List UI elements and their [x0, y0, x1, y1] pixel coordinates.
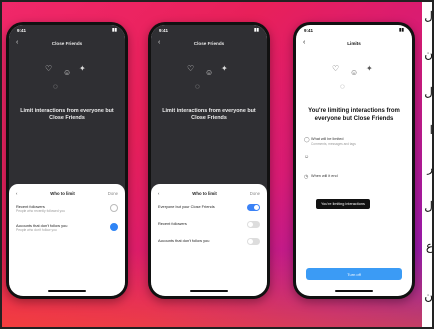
- side-glyph: ل: [424, 85, 433, 99]
- side-text-strip: ل ن ل ا ر ل ع ن: [422, 0, 434, 329]
- toggle-label: Accounts that don't follow you: [158, 238, 210, 243]
- radio-button[interactable]: [110, 204, 118, 212]
- option-non-followers[interactable]: Accounts that don't follow you People who…: [9, 218, 125, 237]
- star-icon: ✦: [79, 64, 86, 73]
- status-bar: 9:41 ▮▮: [9, 25, 125, 35]
- people-icon: ☺: [205, 68, 214, 77]
- sheet-title: Who to limit: [50, 191, 75, 196]
- home-indicator: [335, 290, 373, 292]
- side-glyph: ر: [427, 161, 433, 175]
- toggle-row-recent-followers[interactable]: Recent followers: [151, 216, 267, 233]
- heart-icon: ♡: [187, 64, 195, 73]
- screen-3: 9:41 ▮▮ ‹ Limits ♡ ☺ ✦ ◌ You're limiting …: [296, 25, 412, 296]
- headline: You're limiting interactions from everyo…: [308, 108, 400, 122]
- nav-title: Limits: [347, 41, 361, 46]
- battery-icon: ▮▮: [112, 27, 117, 32]
- chat-icon: ◌: [195, 82, 200, 91]
- done-button[interactable]: Done: [108, 191, 118, 196]
- people-icon: ☺: [63, 68, 72, 77]
- clock-icon: ◷: [304, 174, 309, 181]
- nav-title: Close Friends: [51, 41, 83, 46]
- phone-mockup-1: 9:41 ▮▮ ‹ Close Friends ♡ ☺ ✦ ◌ Limit int…: [6, 22, 128, 299]
- headline: Limit interactions from everyone but Clo…: [162, 108, 256, 121]
- nav-title: Close Friends: [193, 41, 225, 46]
- home-indicator: [48, 290, 86, 292]
- side-glyph: ل: [424, 9, 433, 23]
- back-icon[interactable]: ‹: [158, 191, 159, 196]
- toggle-row-close-friends[interactable]: Everyone but your Close Friends: [151, 199, 267, 216]
- status-bar: 9:41 ▮▮: [296, 25, 412, 35]
- toggle-switch-on[interactable]: [247, 204, 260, 211]
- screen-2: 9:41 ▮▮ ‹ Close Friends ♡ ☺ ✦ ◌ Limit int…: [151, 25, 267, 296]
- side-glyph: ن: [424, 289, 433, 303]
- status-time: 9:41: [159, 27, 169, 33]
- side-glyph: ن: [424, 47, 433, 61]
- home-indicator: [190, 290, 228, 292]
- side-glyph: ل: [424, 199, 433, 213]
- done-button[interactable]: Done: [250, 191, 260, 196]
- battery-icon: ▮▮: [399, 27, 404, 32]
- status-time: 9:41: [304, 27, 314, 33]
- turn-off-button[interactable]: Turn off: [306, 268, 402, 280]
- battery-icon: ▮▮: [254, 27, 259, 32]
- illustration: ♡ ☺ ✦ ◌: [183, 62, 235, 100]
- illustration: ♡ ☺ ✦ ◌: [328, 62, 380, 100]
- status-bar: 9:41 ▮▮: [151, 25, 267, 35]
- heart-icon: ♡: [332, 64, 340, 73]
- star-icon: ✦: [366, 64, 373, 73]
- item-label: What will be limited: [311, 137, 344, 141]
- heart-icon: ♡: [45, 64, 53, 73]
- side-glyph: ع: [425, 239, 433, 253]
- people-icon: ☺: [350, 68, 359, 77]
- person-icon: ☺: [304, 154, 310, 161]
- promo-background: 9:41 ▮▮ ‹ Close Friends ♡ ☺ ✦ ◌ Limit int…: [0, 0, 434, 329]
- toggle-label: Everyone but your Close Friends: [158, 204, 215, 209]
- tooltip: You're limiting interactions: [316, 199, 370, 209]
- back-icon[interactable]: ‹: [303, 39, 305, 46]
- comment-icon: ◯: [304, 137, 310, 143]
- radio-button-selected[interactable]: [110, 223, 118, 232]
- toggle-row-non-followers[interactable]: Accounts that don't follow you: [151, 233, 267, 250]
- illustration: ♡ ☺ ✦ ◌: [41, 62, 93, 100]
- chat-icon: ◌: [340, 82, 345, 91]
- list-item[interactable]: ☺: [296, 150, 412, 164]
- option-detail: People who recently followed you: [16, 209, 65, 214]
- option-recent-followers[interactable]: Recent followers People who recently foll…: [9, 199, 125, 218]
- back-icon[interactable]: ‹: [16, 191, 17, 196]
- item-detail: Comments, messages and tags: [311, 141, 356, 146]
- phone-mockup-2: 9:41 ▮▮ ‹ Close Friends ♡ ☺ ✦ ◌ Limit int…: [148, 22, 270, 299]
- status-time: 9:41: [17, 27, 27, 33]
- option-detail: People who don't follow you: [16, 228, 57, 233]
- limits-list: ◯ What will be limited Comments, messages…: [296, 133, 412, 184]
- side-glyph: ا: [429, 123, 433, 137]
- bottom-sheet: ‹ Who to limit Done Everyone but your Cl…: [151, 184, 267, 296]
- screen-1: 9:41 ▮▮ ‹ Close Friends ♡ ☺ ✦ ◌ Limit int…: [9, 25, 125, 296]
- star-icon: ✦: [221, 64, 228, 73]
- item-label: When will it end: [311, 174, 338, 179]
- list-item[interactable]: ◷ When will it end: [296, 170, 412, 184]
- phone-mockup-3: 9:41 ▮▮ ‹ Limits ♡ ☺ ✦ ◌ You're limiting …: [293, 22, 415, 299]
- toggle-label: Recent followers: [158, 221, 187, 226]
- back-icon[interactable]: ‹: [158, 39, 160, 46]
- headline: Limit interactions from everyone but Clo…: [20, 108, 114, 121]
- toggle-switch[interactable]: [247, 238, 260, 245]
- sheet-title: Who to limit: [192, 191, 217, 196]
- toggle-switch[interactable]: [247, 221, 260, 228]
- chat-icon: ◌: [53, 82, 58, 91]
- bottom-sheet: ‹ Who to limit Done Recent followers Peop…: [9, 184, 125, 296]
- list-item[interactable]: ◯ What will be limited Comments, messages…: [296, 133, 412, 150]
- back-icon[interactable]: ‹: [16, 39, 18, 46]
